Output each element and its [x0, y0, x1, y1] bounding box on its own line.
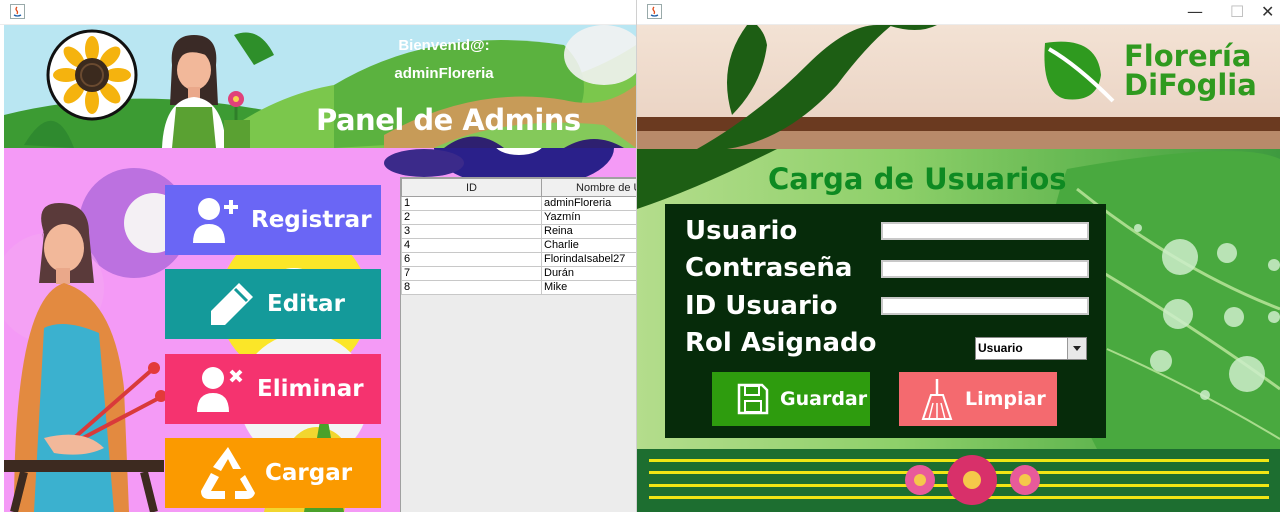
table-cell[interactable]: 3 — [401, 224, 542, 239]
footer-flowers-decoration — [637, 449, 1280, 512]
users-table[interactable]: ID Nombre de Us 1adminFloreria 2Yazmín 3… — [401, 178, 636, 295]
table-row[interactable]: 2 Yazmín — [401, 210, 636, 225]
form-title: Carga de Usuarios — [768, 162, 1067, 196]
maximize-button[interactable]: ☐ — [1230, 2, 1244, 21]
editar-button[interactable]: Editar — [165, 269, 381, 339]
contrasena-label: Contraseña — [685, 253, 853, 283]
eliminar-button[interactable]: Eliminar — [165, 354, 381, 424]
table-row[interactable]: 7 Durán — [401, 266, 636, 281]
form-area: Carga de Usuarios Usuario Contraseña ID … — [637, 149, 1280, 449]
rol-label: Rol Asignado — [685, 328, 877, 358]
table-cell[interactable]: Durán — [541, 266, 636, 281]
java-icon — [647, 4, 662, 19]
column-header-id[interactable]: ID — [401, 178, 542, 197]
welcome-username: adminFloreria — [394, 65, 494, 82]
rol-select-value: Usuario — [978, 341, 1023, 355]
broom-icon — [921, 379, 953, 420]
id-usuario-input[interactable] — [881, 297, 1089, 315]
cargar-button[interactable]: Cargar — [165, 438, 381, 508]
chevron-down-icon[interactable] — [1067, 338, 1086, 359]
id-usuario-label: ID Usuario — [685, 291, 838, 321]
table-row[interactable]: 8 Mike — [401, 280, 636, 295]
floppy-disk-icon — [737, 383, 769, 415]
registrar-button[interactable]: Registrar — [165, 185, 381, 255]
contrasena-input[interactable] — [881, 260, 1089, 278]
users-table-container[interactable]: ID Nombre de Us 1adminFloreria 2Yazmín 3… — [400, 177, 636, 512]
usuario-input[interactable] — [881, 222, 1089, 240]
table-row[interactable]: 1 adminFloreria — [401, 196, 636, 211]
user-form: Usuario Contraseña ID Usuario Rol Asigna… — [665, 204, 1106, 438]
java-icon — [10, 4, 25, 19]
user-load-window: — ☐ ✕ Florería DiFoglia Carga de Usuario… — [637, 0, 1280, 512]
registrar-label: Registrar — [251, 207, 372, 233]
editar-label: Editar — [267, 291, 345, 317]
table-header-row: ID Nombre de Us — [401, 178, 636, 197]
table-row[interactable]: 6 FlorindaIsabel27 — [401, 252, 636, 267]
minimize-button[interactable]: — — [1187, 2, 1203, 21]
table-cell[interactable]: FlorindaIsabel27 — [541, 252, 636, 267]
page-title: Panel de Admins — [316, 103, 581, 137]
eliminar-label: Eliminar — [257, 376, 364, 402]
table-cell[interactable]: 8 — [401, 280, 542, 295]
table-cell[interactable]: 6 — [401, 252, 542, 267]
table-cell[interactable]: Reina — [541, 224, 636, 239]
cargar-label: Cargar — [265, 460, 353, 486]
table-cell[interactable]: 4 — [401, 238, 542, 253]
decorative-footer — [637, 449, 1280, 512]
table-cell[interactable]: 2 — [401, 210, 542, 225]
guardar-button[interactable]: Guardar — [712, 372, 870, 426]
brand-line-1: Florería — [1124, 39, 1252, 73]
usuario-label: Usuario — [685, 216, 798, 246]
brand-header: Florería DiFoglia — [637, 25, 1280, 149]
column-header-nombre[interactable]: Nombre de Us — [541, 178, 636, 197]
header-banner: Bienvenid@: adminFloreria Panel de Admin… — [4, 25, 636, 148]
table-cell[interactable]: adminFloreria — [541, 196, 636, 211]
add-user-icon — [193, 198, 238, 243]
brand-name: Florería DiFoglia — [1124, 42, 1257, 100]
title-bar[interactable] — [0, 0, 636, 25]
table-row[interactable]: 3 Reina — [401, 224, 636, 239]
table-cell[interactable]: Charlie — [541, 238, 636, 253]
sunflower-icon — [46, 29, 138, 121]
table-cell[interactable]: 1 — [401, 196, 542, 211]
limpiar-button[interactable]: Limpiar — [899, 372, 1057, 426]
welcome-label: Bienvenid@: — [398, 37, 490, 54]
remove-user-icon — [197, 367, 243, 412]
title-bar[interactable]: — ☐ ✕ — [637, 0, 1280, 25]
guardar-label: Guardar — [780, 388, 868, 410]
table-cell[interactable]: Yazmín — [541, 210, 636, 225]
table-cell[interactable]: Mike — [541, 280, 636, 295]
gardener-avatar-icon — [162, 35, 250, 148]
recycle-icon — [201, 447, 255, 499]
limpiar-label: Limpiar — [965, 388, 1046, 410]
main-area: Registrar Editar Eliminar Cargar ID Nomb… — [4, 148, 636, 512]
leaf-logo-icon — [1044, 41, 1115, 103]
table-cell[interactable]: 7 — [401, 266, 542, 281]
table-row[interactable]: 4 Charlie — [401, 238, 636, 253]
close-button[interactable]: ✕ — [1261, 2, 1274, 21]
rol-select[interactable]: Usuario — [975, 337, 1087, 360]
admin-panel-window: Bienvenid@: adminFloreria Panel de Admin… — [0, 0, 637, 512]
brand-line-2: DiFoglia — [1124, 68, 1257, 102]
pencil-icon — [211, 283, 253, 325]
